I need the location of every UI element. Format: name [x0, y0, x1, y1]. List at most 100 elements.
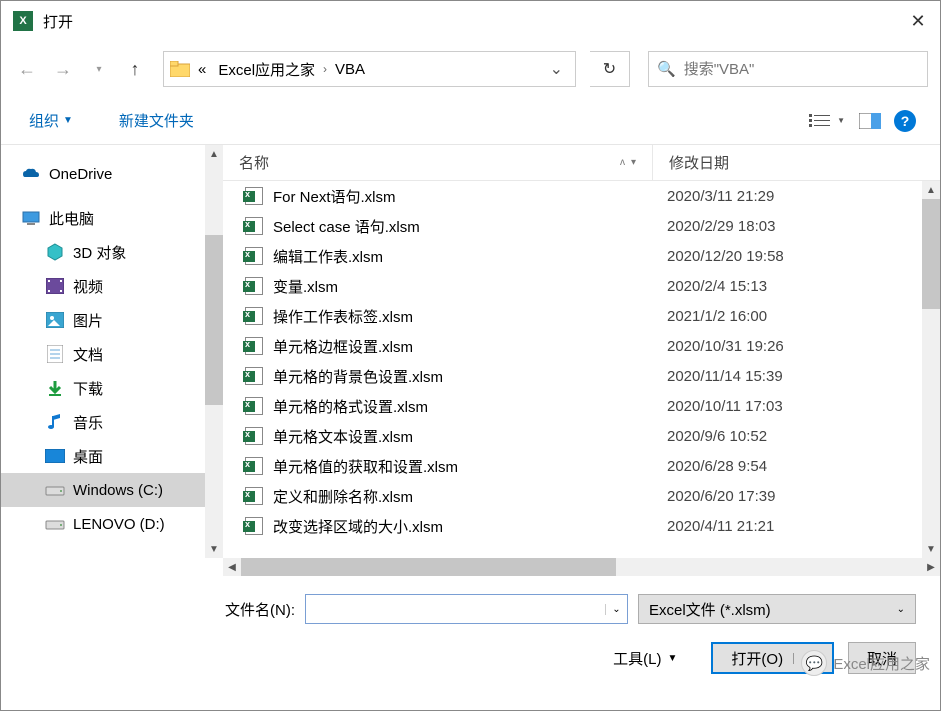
search-box[interactable]: 🔍	[648, 51, 928, 87]
file-row[interactable]: 改变选择区域的大小.xlsm2020/4/11 21:21	[223, 511, 940, 541]
scrollbar-thumb[interactable]	[241, 558, 616, 576]
scroll-up-icon[interactable]: ▲	[922, 181, 940, 199]
download-icon	[45, 379, 65, 397]
file-date: 2020/10/31 19:26	[651, 338, 940, 355]
file-name: Select case 语句.xlsm	[273, 216, 651, 237]
sidebar-item-label: 此电脑	[49, 208, 94, 229]
breadcrumb[interactable]: « Excel应用之家 › VBA ⌄	[163, 51, 576, 87]
forward-button[interactable]: →	[49, 55, 77, 83]
video-icon	[45, 277, 65, 295]
chevron-down-icon: ⌄	[897, 604, 905, 615]
column-name-label: 名称	[239, 152, 269, 173]
sidebar-item-drive[interactable]: LENOVO (D:)	[1, 507, 223, 541]
column-name[interactable]: 名称 ʌ ▾	[223, 145, 653, 180]
new-folder-label: 新建文件夹	[119, 110, 194, 131]
file-type-filter[interactable]: Excel文件 (*.xlsm) ⌄	[638, 594, 916, 624]
scroll-right-icon[interactable]: ▶	[922, 558, 940, 576]
sidebar-item-label: 视频	[73, 276, 103, 297]
sidebar-item-docs[interactable]: 文档	[1, 337, 223, 371]
recent-dropdown[interactable]: ▾	[85, 55, 113, 83]
sidebar-item-drive[interactable]: Windows (C:)	[1, 473, 223, 507]
xlsm-file-icon	[245, 247, 263, 265]
breadcrumb-part-0[interactable]: Excel应用之家	[212, 59, 321, 80]
refresh-button[interactable]: ↻	[590, 51, 630, 87]
sidebar-item-onedrive[interactable]: OneDrive	[1, 157, 223, 191]
sidebar: OneDrive 此电脑 3D 对象视频图片文档下载音乐桌面 Windows (C:)…	[1, 145, 223, 558]
file-name: 单元格的背景色设置.xlsm	[273, 366, 651, 387]
filename-label: 文件名(N):	[25, 599, 295, 620]
close-button[interactable]: ✕	[908, 11, 928, 31]
main-area: OneDrive 此电脑 3D 对象视频图片文档下载音乐桌面 Windows (C:)…	[1, 145, 940, 558]
scroll-up-icon[interactable]: ▲	[205, 145, 223, 163]
filename-dropdown[interactable]: ⌄	[605, 604, 627, 615]
file-name: 单元格边框设置.xlsm	[273, 336, 651, 357]
file-date: 2020/6/28 9:54	[651, 458, 940, 475]
file-row[interactable]: 单元格边框设置.xlsm2020/10/31 19:26	[223, 331, 940, 361]
chevron-right-icon: ›	[321, 62, 329, 76]
xlsm-file-icon	[245, 487, 263, 505]
file-row[interactable]: 单元格的格式设置.xlsm2020/10/11 17:03	[223, 391, 940, 421]
file-row[interactable]: 单元格文本设置.xlsm2020/9/6 10:52	[223, 421, 940, 451]
file-date: 2020/12/20 19:58	[651, 248, 940, 265]
view-mode-button[interactable]: ▼	[804, 110, 850, 132]
search-input[interactable]	[684, 61, 919, 78]
breadcrumb-prefix: «	[192, 61, 212, 78]
scrollbar-thumb[interactable]	[922, 199, 940, 309]
new-folder-button[interactable]: 新建文件夹	[111, 106, 202, 135]
sidebar-item-video[interactable]: 视频	[1, 269, 223, 303]
file-row[interactable]: Select case 语句.xlsm2020/2/29 18:03	[223, 211, 940, 241]
drive-icon	[45, 515, 65, 533]
filename-combo[interactable]: ⌄	[305, 594, 628, 624]
sidebar-item-label: 3D 对象	[73, 242, 126, 263]
tools-label: 工具(L)	[613, 648, 661, 669]
file-row[interactable]: 编辑工作表.xlsm2020/12/20 19:58	[223, 241, 940, 271]
sidebar-item-download[interactable]: 下载	[1, 371, 223, 405]
sidebar-item-3d[interactable]: 3D 对象	[1, 235, 223, 269]
open-dropdown-icon[interactable]: ▼	[793, 653, 814, 664]
up-button[interactable]: ↑	[121, 55, 149, 83]
column-date[interactable]: 修改日期	[653, 145, 940, 180]
chevron-down-icon: ▼	[63, 115, 73, 126]
back-button[interactable]: ←	[13, 55, 41, 83]
file-row[interactable]: 定义和删除名称.xlsm2020/6/20 17:39	[223, 481, 940, 511]
column-dropdown-icon[interactable]: ▾	[631, 157, 636, 168]
file-row[interactable]: 单元格值的获取和设置.xlsm2020/6/28 9:54	[223, 451, 940, 481]
file-vscrollbar[interactable]: ▲ ▼	[922, 181, 940, 558]
search-icon: 🔍	[657, 60, 676, 78]
file-row[interactable]: 变量.xlsm2020/2/4 15:13	[223, 271, 940, 301]
file-row[interactable]: For Next语句.xlsm2020/3/11 21:29	[223, 181, 940, 211]
file-hscrollbar[interactable]: ◀ ▶	[223, 558, 940, 576]
excel-icon: X	[13, 11, 33, 31]
open-button[interactable]: 打开(O) ▼	[711, 642, 834, 674]
sidebar-item-desktop[interactable]: 桌面	[1, 439, 223, 473]
breadcrumb-part-1[interactable]: VBA	[329, 61, 371, 78]
filter-label: Excel文件 (*.xlsm)	[649, 599, 771, 620]
help-button[interactable]: ?	[894, 110, 916, 132]
sidebar-scrollbar[interactable]: ▲ ▼	[205, 145, 223, 558]
file-name: For Next语句.xlsm	[273, 186, 651, 207]
sort-asc-icon: ʌ	[620, 157, 625, 168]
list-view-icon	[809, 113, 833, 129]
file-date: 2020/2/4 15:13	[651, 278, 940, 295]
scrollbar-thumb[interactable]	[205, 235, 223, 405]
file-name: 单元格的格式设置.xlsm	[273, 396, 651, 417]
sidebar-item-label: Windows (C:)	[73, 482, 163, 499]
preview-pane-button[interactable]	[854, 107, 886, 135]
file-name: 编辑工作表.xlsm	[273, 246, 651, 267]
tools-button[interactable]: 工具(L) ▼	[613, 648, 677, 669]
folder-icon	[168, 57, 192, 81]
scroll-left-icon[interactable]: ◀	[223, 558, 241, 576]
breadcrumb-dropdown[interactable]: ⌄	[542, 59, 571, 79]
sidebar-item-music[interactable]: 音乐	[1, 405, 223, 439]
scroll-down-icon[interactable]: ▼	[922, 540, 940, 558]
cancel-button[interactable]: 取消	[848, 642, 916, 674]
filename-input[interactable]	[306, 601, 605, 618]
organize-button[interactable]: 组织 ▼	[21, 106, 81, 135]
sidebar-item-pictures[interactable]: 图片	[1, 303, 223, 337]
file-row[interactable]: 操作工作表标签.xlsm2021/1/2 16:00	[223, 301, 940, 331]
3d-icon	[45, 243, 65, 261]
file-row[interactable]: 单元格的背景色设置.xlsm2020/11/14 15:39	[223, 361, 940, 391]
sidebar-item-pc[interactable]: 此电脑	[1, 201, 223, 235]
scroll-down-icon[interactable]: ▼	[205, 540, 223, 558]
sidebar-item-label: 文档	[73, 344, 103, 365]
